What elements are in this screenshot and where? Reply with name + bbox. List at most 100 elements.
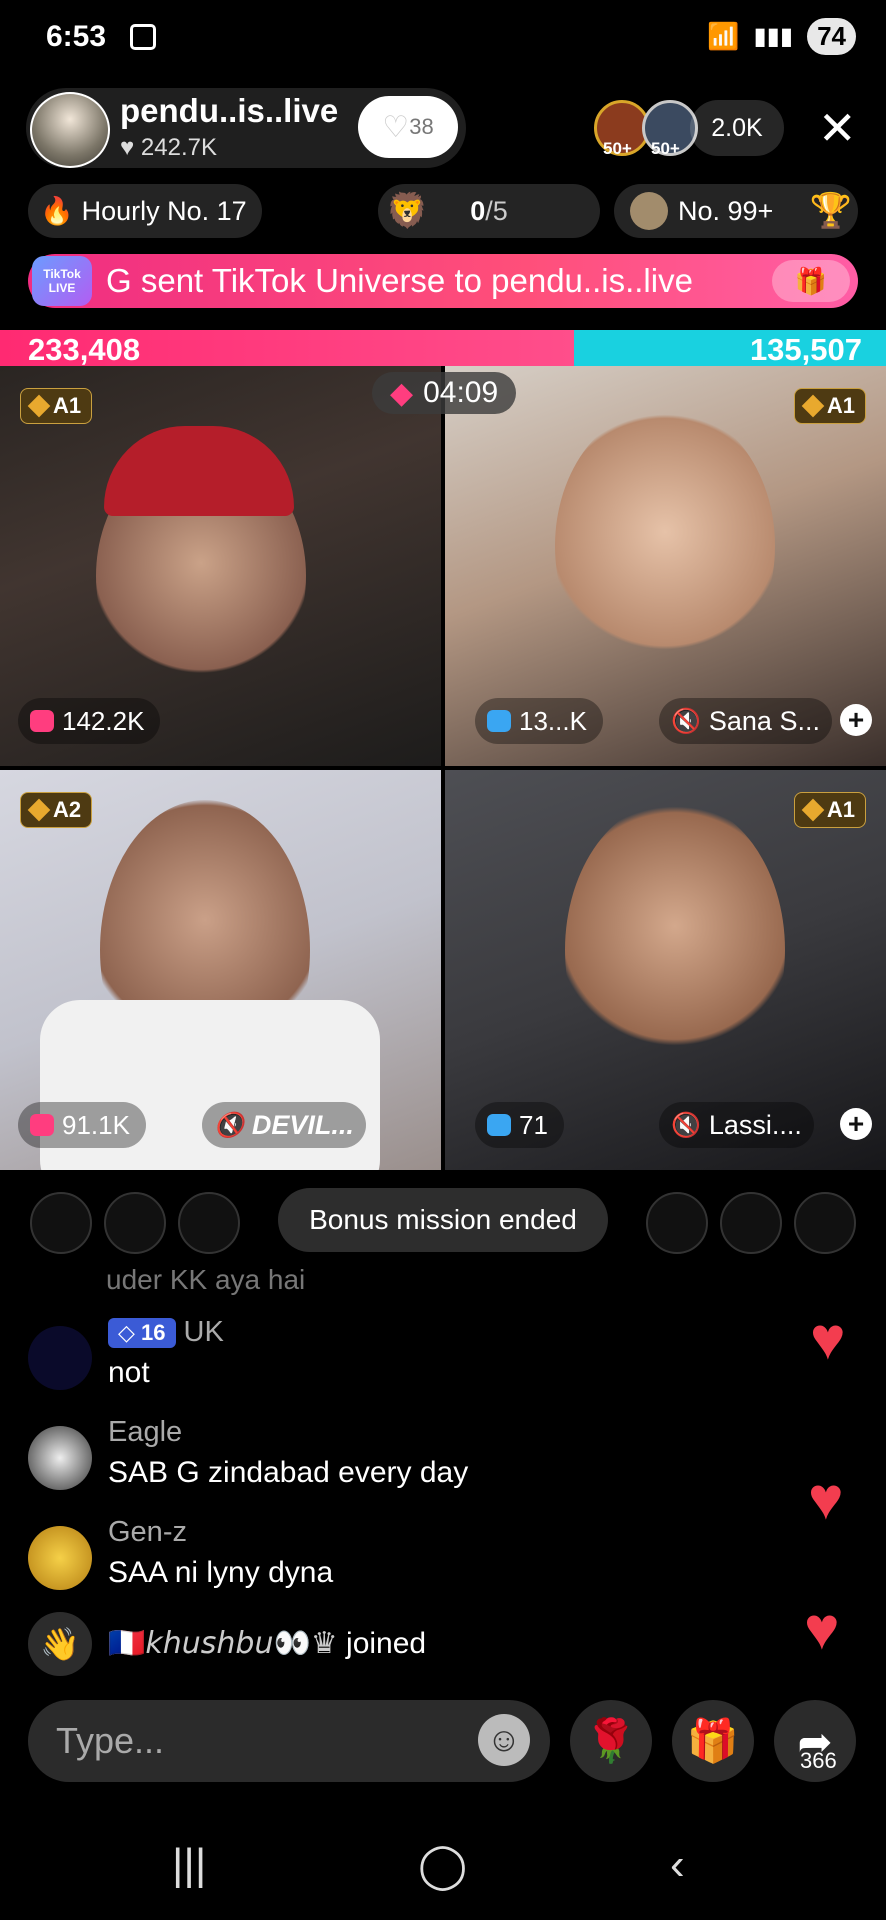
supporter-avatar[interactable] [104,1192,166,1254]
host-likes: ♥ 242.7K [120,134,217,162]
host-likes-count: 242.7K [140,134,217,161]
supporter-avatar[interactable] [30,1192,92,1254]
score-value: 71 [519,1109,548,1140]
comment-message: not [108,1356,150,1389]
guest-name-pill[interactable]: 🔇 Lassi.... [659,1102,814,1148]
supporter-avatar[interactable] [794,1192,856,1254]
recent-apps-icon[interactable]: ||| [172,1840,206,1890]
trophy-icon: 🏆 [809,192,852,230]
battle-right-score: 135,507 [749,332,862,367]
diamond-icon [801,798,825,822]
comment-username: Eagle [108,1416,183,1448]
join-label: joined [346,1627,427,1660]
comment-item[interactable]: Eagle SAB G zindabad every day [28,1416,788,1496]
camera-icon [30,710,54,732]
video-person [565,800,785,1100]
bonus-toast: Bonus mission ended [278,1188,608,1252]
battery-indicator: 74 [807,18,856,55]
guest-name: DEVIL... [251,1109,354,1140]
comment-username: Gen-z [108,1516,187,1548]
guest-name: Lassi.... [708,1109,802,1140]
tier-label: A1 [826,797,855,822]
supporter-avatar[interactable] [720,1192,782,1254]
wifi-icon: 📶 [707,21,740,51]
comment-user[interactable]: Gen-z [108,1516,187,1549]
guest-tile-1[interactable]: A1 142.2K [0,366,441,766]
heart-icon: ♥ [804,1595,840,1662]
guest-tile-2[interactable]: A1 13...K 🔇 Sana S... + [445,366,886,766]
status-time: 6:53 [46,20,107,53]
gift-banner[interactable]: TikTok LIVE G sent TikTok Universe to pe… [28,254,858,308]
lion-icon: 🦁 [386,192,429,230]
gift-icon[interactable]: 🎁 [772,260,850,302]
level-value: 16 [141,1319,166,1345]
comment-username: UK [183,1316,224,1348]
host-name[interactable]: pendu..is..live [120,92,338,130]
double-heart-icon: ♡ [382,110,410,144]
guest-name-pill[interactable]: 🔇 DEVIL... [202,1102,366,1148]
guest-tile-4[interactable]: A1 71 🔇 Lassi.... + [445,770,886,1170]
comment-input[interactable]: Type... ☺ [28,1700,550,1782]
screenshot-icon [130,24,156,50]
score-value: 13...K [519,705,587,736]
flame-icon: 🔥 [40,196,74,226]
camera-icon [30,1114,54,1136]
supporter-avatar[interactable] [646,1192,708,1254]
rose-gift-button[interactable]: 🌹 [570,1700,652,1782]
heart-icon: ♥ [810,1305,846,1372]
comment-avatar[interactable] [28,1326,92,1390]
diamond-icon: ◇ [118,1319,142,1345]
close-icon[interactable]: ✕ [818,100,857,156]
comment-item[interactable]: ◇ 16 UK not [28,1316,788,1396]
follow-count: 38 [409,114,434,139]
banner-text: G sent TikTok Universe to pendu..is..liv… [106,262,693,299]
battle-timer: ◆ 04:09 [372,372,517,414]
gift-button[interactable]: 🎁 [672,1700,754,1782]
viewer-badge: 50+ [603,139,632,158]
level-badge: ◇ 16 [108,1317,176,1348]
comment-user[interactable]: ◇ 16 UK [108,1316,224,1349]
diamond-icon [27,394,51,418]
guest-name: Sana S... [708,705,820,736]
comment-user[interactable]: Eagle [108,1416,182,1449]
hourly-ranking[interactable]: 🔥 Hourly No. 17 [28,184,262,238]
tier-label: A1 [826,393,855,418]
comment-avatar[interactable] [28,1426,92,1490]
diamond-icon [801,394,825,418]
home-icon[interactable]: ◯ [418,1840,467,1891]
follow-button[interactable]: ♡ 38 [358,96,458,158]
wave-icon: 👋 [28,1612,92,1676]
back-icon[interactable]: ‹ [670,1840,685,1890]
tier-badge: A1 [20,388,93,424]
viewer-badge: 50+ [651,139,680,158]
camera-icon [487,710,511,732]
rank-pill[interactable]: No. 99+ 🏆 [614,184,858,238]
tier-badge: A2 [20,792,93,828]
score-pill: 13...K [475,698,603,744]
tier-label: A2 [53,797,82,822]
battle-left-score: 233,408 [28,332,141,367]
score-pill: 71 [475,1102,564,1148]
viewer-count[interactable]: 2.0K [690,100,784,156]
add-follow-icon[interactable]: + [840,1108,872,1140]
supporter-avatar[interactable] [178,1192,240,1254]
emoji-icon[interactable]: ☺ [478,1714,530,1766]
comment-item[interactable]: Gen-z SAA ni lyny dyna [28,1516,788,1596]
score-pill: 142.2K [18,698,161,744]
comment-message: SAA ni lyny dyna [108,1556,334,1589]
cap [104,426,294,516]
mission-progress[interactable]: 🦁 0/5 [378,184,600,238]
add-follow-icon[interactable]: + [840,704,872,736]
host-avatar[interactable] [30,92,110,168]
guest-tile-3[interactable]: A2 91.1K 🔇 DEVIL... [0,770,441,1170]
guest-name-pill[interactable]: 🔇 Sana S... [659,698,832,744]
camera-icon [487,1114,511,1136]
score-value: 142.2K [62,705,145,736]
video-person [555,406,775,686]
top-viewers[interactable]: 50+ 50+ [594,100,698,158]
comment-avatar[interactable] [28,1526,92,1590]
mission-done: 0 [470,195,486,226]
join-username: 🇫🇷𝘬𝘩𝘶𝘴𝘩𝘣𝘶👀♛ [108,1627,338,1660]
score-value: 91.1K [62,1109,130,1140]
muted-icon: 🔇 [214,1111,244,1139]
